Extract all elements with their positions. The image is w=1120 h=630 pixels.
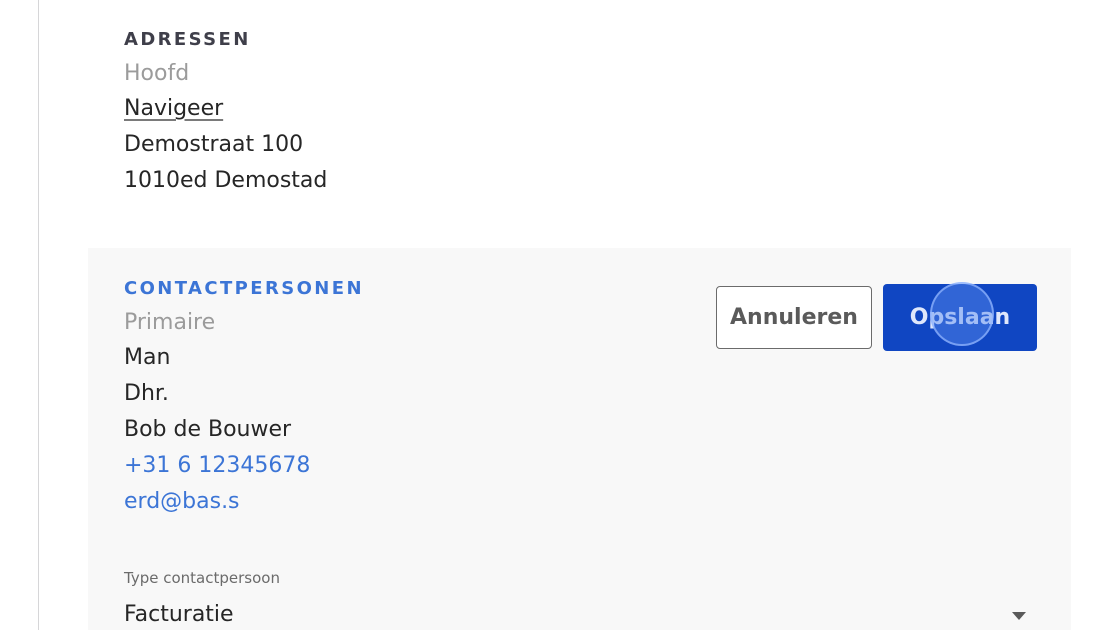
contact-type-field-label: Type contactpersoon [124, 569, 280, 587]
save-button[interactable]: Opslaan [883, 284, 1037, 351]
contact-salutation: Dhr. [124, 381, 169, 406]
chevron-down-icon[interactable] [1012, 612, 1026, 620]
left-divider [38, 0, 39, 630]
address-postal-city: 1010ed Demostad [124, 168, 328, 193]
cancel-button[interactable]: Annuleren [716, 286, 872, 349]
contact-phone-link[interactable]: +31 6 12345678 [124, 453, 310, 478]
contact-type-select[interactable]: Facturatie [124, 602, 234, 627]
addresses-heading: ADRESSEN [124, 29, 251, 50]
contact-type: Primaire [124, 310, 216, 335]
address-type: Hoofd [124, 61, 190, 86]
navigate-link[interactable]: Navigeer [124, 96, 223, 121]
contacts-heading: CONTACTPERSONEN [124, 278, 364, 299]
address-street: Demostraat 100 [124, 132, 304, 157]
cancel-button-label: Annuleren [730, 305, 858, 330]
contact-name: Bob de Bouwer [124, 417, 292, 442]
contact-email-link[interactable]: erd@bas.s [124, 489, 240, 514]
page: ADRESSEN Hoofd Navigeer Demostraat 100 1… [0, 0, 1120, 630]
save-button-label: Opslaan [909, 305, 1011, 330]
contact-gender: Man [124, 345, 171, 370]
